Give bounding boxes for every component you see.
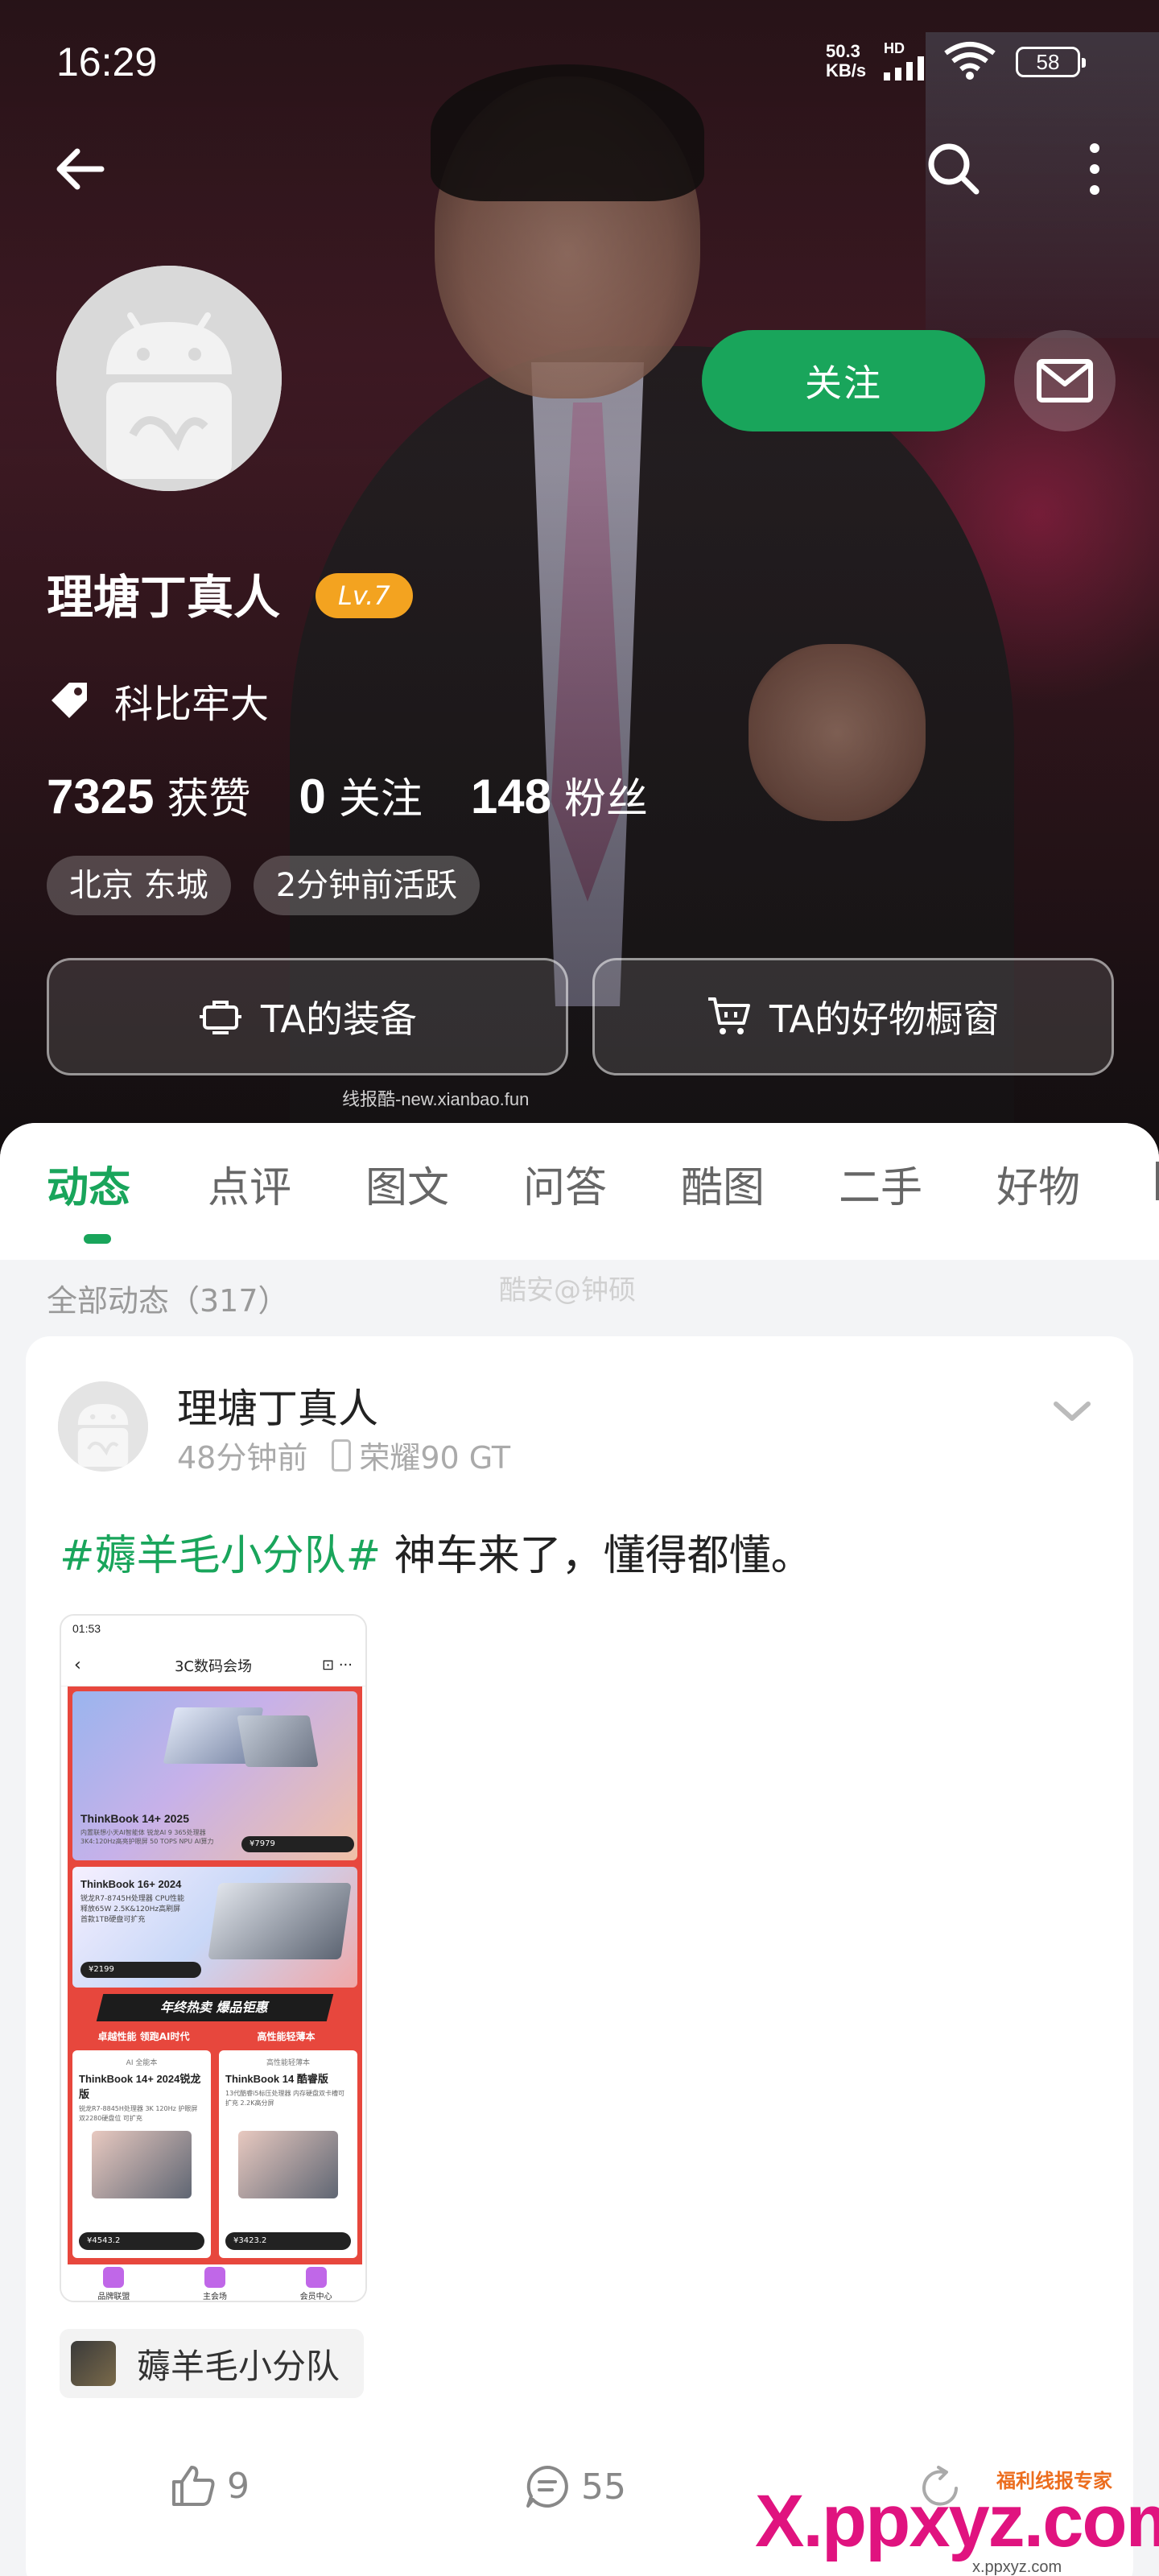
status-bar: 16:29 50.3 KB/s HD 58 xyxy=(0,0,1159,121)
tab-images[interactable]: 酷图 xyxy=(681,1154,765,1214)
post-time: 48分钟前 xyxy=(177,1440,308,1476)
profile-chips: 北京 东城 2分钟前活跃 xyxy=(47,856,481,915)
hd-indicator: HD xyxy=(884,40,905,56)
post-device: 荣耀90 GT xyxy=(359,1440,511,1476)
image-banner-2: ThinkBook 16+ 2024 锐龙R7-8745H处理器 CPU性能释放… xyxy=(72,1867,357,1988)
image-product-1: AI 全能本 ThinkBook 14+ 2024锐龙版 锐龙R7-8845H处… xyxy=(72,2050,211,2258)
shop-window-button[interactable]: TA的好物橱窗 xyxy=(592,958,1114,1075)
tab-bar: 动态 点评 图文 问答 酷图 二手 好物 xyxy=(0,1123,1159,1260)
following-count[interactable]: 0 xyxy=(299,769,326,824)
tab-reviews[interactable]: 点评 xyxy=(208,1154,291,1214)
watermark-url: x.ppxyz.com xyxy=(972,2558,1062,2576)
image-promo-bar: 年终热卖 爆品钜惠 xyxy=(96,1994,334,2021)
equipment-button[interactable]: TA的装备 xyxy=(47,958,568,1075)
watermark-coolapk: 酷安@钟硕 xyxy=(499,1274,636,1307)
post-text: #薅羊毛小分队# 神车来了，懂得都懂。 xyxy=(60,1521,813,1582)
post-image[interactable]: 01:53 ‹ 3C数码会场 ⊡ ··· ThinkBook 14+ 2025 … xyxy=(60,1614,367,2302)
active-tab-indicator xyxy=(84,1234,111,1244)
tab-goods[interactable]: 好物 xyxy=(996,1154,1080,1214)
profile-avatar[interactable] xyxy=(56,266,282,491)
android-avatar-icon xyxy=(56,266,282,491)
comment-count: 55 xyxy=(581,2466,626,2508)
topic-chip-label: 薅羊毛小分队 xyxy=(137,2346,340,2386)
more-options-button[interactable] xyxy=(1062,137,1127,201)
post-author-name[interactable]: 理塘丁真人 xyxy=(177,1377,378,1435)
image-product-2: 高性能轻薄本 ThinkBook 14 酷睿版 13代酷睿i5标压处理器 内存硬… xyxy=(219,2050,357,2258)
device-icon xyxy=(200,1001,241,1034)
post-body: 神车来了，懂得都懂。 xyxy=(381,1532,813,1580)
post-meta: 48分钟前 荣耀90 GT xyxy=(177,1433,510,1477)
profile-username: 理塘丁真人 xyxy=(47,570,281,625)
status-time: 16:29 xyxy=(56,39,158,85)
battery-indicator: 58 xyxy=(1016,47,1086,77)
network-speed: 50.3 KB/s xyxy=(826,41,867,80)
content-sheet: 动态 点评 图文 问答 酷图 二手 好物 全部动态（317） 酷安@钟硕 理塘丁… xyxy=(0,1123,1159,2576)
tab-second-hand[interactable]: 二手 xyxy=(839,1154,922,1214)
follow-button[interactable]: 关注 xyxy=(702,330,985,431)
topic-thumbnail xyxy=(71,2341,116,2386)
followers-label: 粉丝 xyxy=(564,775,649,824)
tab-qa[interactable]: 问答 xyxy=(523,1154,607,1214)
image-header: ‹ 3C数码会场 ⊡ ··· xyxy=(61,1645,365,1686)
followers-count[interactable]: 148 xyxy=(471,769,551,824)
search-button[interactable] xyxy=(922,137,986,201)
image-promo-frame: ThinkBook 14+ 2025 内置联想小天AI智能体 锐龙AI 9 36… xyxy=(68,1686,362,2264)
post-topic-link[interactable]: #薅羊毛小分队# xyxy=(60,1532,381,1580)
site-watermark: 福利线报专家 X.ppxyz.com x.ppxyz.com xyxy=(755,2463,1159,2576)
image-status-time: 01:53 xyxy=(72,1622,101,1635)
image-banner-1: ThinkBook 14+ 2025 内置联想小天AI智能体 锐龙AI 9 36… xyxy=(72,1691,357,1860)
section-title: 全部动态（317） xyxy=(47,1283,289,1319)
tag-icon xyxy=(52,683,87,718)
tab-articles[interactable]: 图文 xyxy=(365,1154,449,1214)
topic-chip[interactable]: 薅羊毛小分队 xyxy=(60,2329,365,2398)
likes-count[interactable]: 7325 xyxy=(47,769,154,824)
phone-icon xyxy=(332,1439,352,1472)
image-bottom-nav: 品牌联盟 主会场 会员中心 xyxy=(61,2264,365,2301)
comment-icon xyxy=(526,2466,568,2508)
watermark-text: 线报酷-new.xianbao.fun xyxy=(342,1089,530,1109)
post-author-avatar[interactable] xyxy=(58,1381,148,1472)
more-vertical-icon xyxy=(1090,143,1099,195)
tab-feed[interactable]: 动态 xyxy=(47,1154,130,1214)
feed-post-card[interactable]: 理塘丁真人 48分钟前 荣耀90 GT #薅羊毛小分队# 神车来了，懂得都懂。 … xyxy=(26,1336,1133,2576)
likes-label: 获赞 xyxy=(167,775,251,824)
cart-icon xyxy=(708,997,750,1034)
search-icon xyxy=(928,143,980,195)
location-chip: 北京 东城 xyxy=(47,856,231,915)
equipment-label: TA的装备 xyxy=(261,997,417,1041)
message-button[interactable] xyxy=(1014,330,1116,431)
chevron-down-icon[interactable] xyxy=(1048,1396,1096,1428)
back-button[interactable] xyxy=(48,137,113,201)
active-time-chip: 2分钟前活跃 xyxy=(253,856,481,915)
watermark-brand: X.ppxyz.com xyxy=(755,2480,1159,2562)
profile-stats: 7325 获赞 0 关注 148 粉丝 xyxy=(47,765,696,825)
android-avatar-icon xyxy=(58,1381,148,1472)
wifi-icon xyxy=(944,42,996,80)
image-promo-tags: 卓越性能 领跑AI时代 高性能轻薄本 xyxy=(97,2031,316,2042)
like-button[interactable]: 9 xyxy=(171,2464,250,2508)
arrow-left-icon xyxy=(56,148,105,190)
level-badge[interactable]: Lv.7 xyxy=(316,573,413,618)
following-label: 关注 xyxy=(338,775,423,824)
thumbs-up-icon xyxy=(172,2466,215,2506)
shop-window-label: TA的好物橱窗 xyxy=(769,997,1000,1041)
like-count: 9 xyxy=(227,2465,250,2507)
image-header-title: 3C数码会场 xyxy=(174,1657,253,1675)
tab-overflow xyxy=(1156,1162,1159,1200)
profile-action-buttons: TA的装备 TA的好物橱窗 xyxy=(47,958,1114,1075)
signal-icon xyxy=(884,56,924,80)
comment-button[interactable]: 55 xyxy=(525,2464,626,2509)
profile-tag[interactable]: 科比牢大 xyxy=(47,668,269,733)
mail-icon xyxy=(1037,359,1093,402)
profile-tag-label: 科比牢大 xyxy=(114,682,270,727)
